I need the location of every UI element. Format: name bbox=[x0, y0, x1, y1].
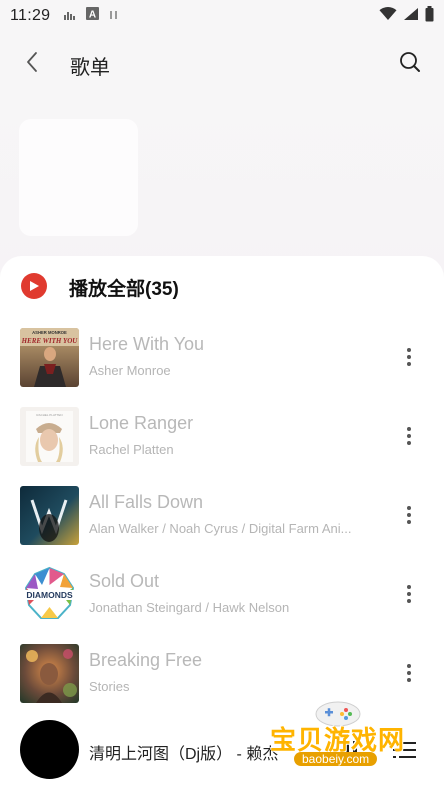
chevron-left-icon bbox=[25, 51, 39, 78]
pause-bars-icon bbox=[109, 7, 119, 25]
playlist-cover bbox=[19, 119, 138, 236]
more-dot bbox=[407, 585, 411, 589]
now-playing-disc[interactable] bbox=[20, 720, 79, 779]
mini-player[interactable]: 清明上河图（Dj版） - 赖杰 bbox=[0, 714, 444, 789]
more-dot bbox=[407, 671, 411, 675]
more-options-button[interactable] bbox=[396, 658, 422, 688]
song-artist: Alan Walker / Noah Cyrus / Digital Farm … bbox=[89, 521, 352, 536]
song-title: Lone Ranger bbox=[89, 413, 194, 433]
font-a-icon: A bbox=[86, 7, 100, 25]
more-dot bbox=[407, 513, 411, 517]
svg-text:A: A bbox=[89, 10, 96, 21]
search-icon bbox=[399, 51, 421, 78]
play-all-row[interactable]: 播放全部(35) bbox=[0, 268, 444, 304]
song-row[interactable]: ASHER MONROE HERE WITH YOU Here With You… bbox=[0, 326, 444, 390]
song-row[interactable]: RACHEL PLATTEN Lone Ranger Rachel Platte… bbox=[0, 405, 444, 469]
svg-text:RACHEL PLATTEN: RACHEL PLATTEN bbox=[36, 413, 62, 417]
pause-bar bbox=[345, 741, 349, 755]
song-title: Here With You bbox=[89, 334, 205, 354]
song-title: Sold Out bbox=[89, 571, 160, 591]
search-button[interactable] bbox=[396, 50, 424, 78]
wifi-icon bbox=[379, 6, 397, 26]
song-cover: DIAMONDS bbox=[20, 565, 79, 624]
song-artist: Rachel Platten bbox=[89, 442, 174, 457]
more-options-button[interactable] bbox=[396, 421, 422, 451]
status-icons-left: A bbox=[64, 7, 119, 25]
song-row[interactable]: DIAMONDS Sold Out Jonathan Steingard / H… bbox=[0, 563, 444, 627]
song-cover bbox=[20, 486, 79, 545]
page-title: 歌单 bbox=[70, 57, 110, 79]
pause-icon[interactable] bbox=[343, 738, 359, 758]
status-icons-right bbox=[379, 5, 434, 27]
play-circle-icon[interactable] bbox=[21, 273, 47, 299]
song-list-panel: 播放全部(35) ASHER MONROE HERE WITH YOU Here… bbox=[0, 256, 444, 789]
song-title: All Falls Down bbox=[89, 492, 204, 512]
more-options-button[interactable] bbox=[396, 500, 422, 530]
more-options-button[interactable] bbox=[396, 579, 422, 609]
more-dot bbox=[407, 520, 411, 524]
song-artist: Stories bbox=[89, 679, 130, 694]
back-button[interactable] bbox=[18, 50, 46, 78]
song-title: Breaking Free bbox=[89, 650, 203, 670]
more-dot bbox=[407, 348, 411, 352]
playlist-icon[interactable] bbox=[392, 738, 418, 762]
play-all-label[interactable]: 播放全部(35) bbox=[69, 274, 179, 301]
more-dot bbox=[407, 427, 411, 431]
more-dot bbox=[407, 362, 411, 366]
svg-text:ASHER MONROE: ASHER MONROE bbox=[32, 330, 67, 335]
playlist-cover-area bbox=[0, 92, 444, 272]
more-dot bbox=[407, 599, 411, 603]
svg-text:HERE WITH YOU: HERE WITH YOU bbox=[21, 337, 79, 345]
status-time: 11:29 bbox=[10, 7, 51, 24]
battery-icon bbox=[425, 5, 434, 27]
more-dot bbox=[407, 506, 411, 510]
song-artist: Asher Monroe bbox=[89, 363, 171, 378]
cell-signal-icon bbox=[403, 7, 419, 26]
more-options-button[interactable] bbox=[396, 342, 422, 372]
pause-bar bbox=[353, 741, 357, 755]
now-playing-title: 清明上河图（Dj版） - 赖杰 bbox=[89, 746, 279, 763]
more-dot bbox=[407, 664, 411, 668]
song-row[interactable]: All Falls Down Alan Walker / Noah Cyrus … bbox=[0, 484, 444, 548]
status-bar: 11:29 A bbox=[0, 0, 444, 32]
song-artist: Jonathan Steingard / Hawk Nelson bbox=[89, 600, 290, 615]
song-cover bbox=[20, 644, 79, 703]
song-row[interactable]: Breaking Free Stories bbox=[0, 642, 444, 706]
more-dot bbox=[407, 441, 411, 445]
signal-bars-icon bbox=[64, 7, 76, 25]
app-header: 歌单 bbox=[0, 38, 444, 92]
more-dot bbox=[407, 592, 411, 596]
more-dot bbox=[407, 434, 411, 438]
more-dot bbox=[407, 355, 411, 359]
song-cover: RACHEL PLATTEN bbox=[20, 407, 79, 466]
cover-title: DIAMONDS bbox=[26, 590, 73, 600]
more-dot bbox=[407, 678, 411, 682]
song-cover: ASHER MONROE HERE WITH YOU bbox=[20, 328, 79, 387]
